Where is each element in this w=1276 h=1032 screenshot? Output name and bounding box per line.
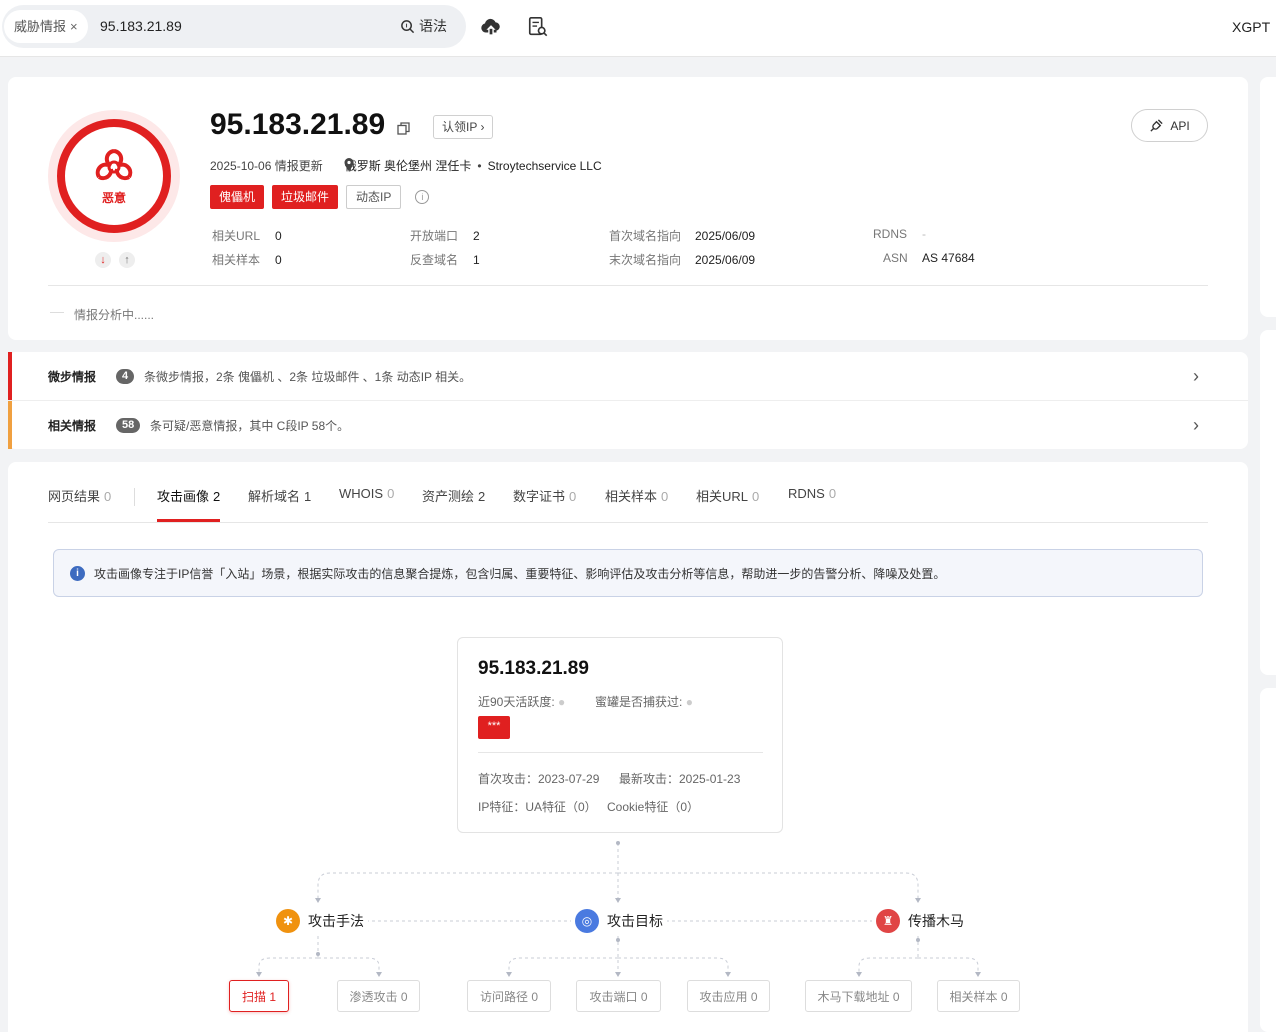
node-attack-method[interactable]: ✱ 攻击手法 (272, 909, 368, 933)
cookie-feature[interactable]: Cookie特征（0） (607, 798, 699, 815)
leaf-trojan-download[interactable]: 木马下载地址 0 (805, 980, 912, 1012)
first-attack: 首次攻击：2023-07-29 (478, 772, 600, 786)
leaf-attack-app[interactable]: 攻击应用 0 (687, 980, 770, 1012)
ip-feature-ua[interactable]: IP特征：UA特征（0） (478, 798, 597, 815)
leaf-penetration[interactable]: 渗透攻击 0 (337, 980, 420, 1012)
attacker-profile-card: 95.183.21.89 近90天活跃度: ● 蜜罐是否捕获过: ● *** 首… (457, 637, 783, 833)
bug-icon: ✱ (276, 909, 300, 933)
honeypot-captured: 蜜罐是否捕获过: ● (595, 695, 693, 709)
node-label: 传播木马 (908, 913, 964, 929)
trojan-icon: ♜ (876, 909, 900, 933)
leaf-scan[interactable]: 扫描 1 (229, 980, 289, 1012)
node-attack-target[interactable]: ◎ 攻击目标 (571, 909, 667, 933)
node-trojan-spread[interactable]: ♜ 传播木马 (872, 909, 968, 933)
masked-badge: *** (478, 716, 510, 739)
node-label: 攻击目标 (607, 913, 663, 929)
target-icon: ◎ (575, 909, 599, 933)
attack-graph-links (256, 841, 981, 977)
leaf-attack-port[interactable]: 攻击端口 0 (576, 980, 661, 1012)
leaf-related-sample[interactable]: 相关样本 0 (937, 980, 1020, 1012)
leaf-access-path[interactable]: 访问路径 0 (467, 980, 551, 1012)
last-attack: 最新攻击：2025-01-23 (619, 772, 741, 786)
activity-90d: 近90天活跃度: ● (478, 695, 566, 709)
divider (478, 752, 763, 753)
node-label: 攻击手法 (308, 913, 364, 929)
profile-ip: 95.183.21.89 (478, 658, 589, 679)
